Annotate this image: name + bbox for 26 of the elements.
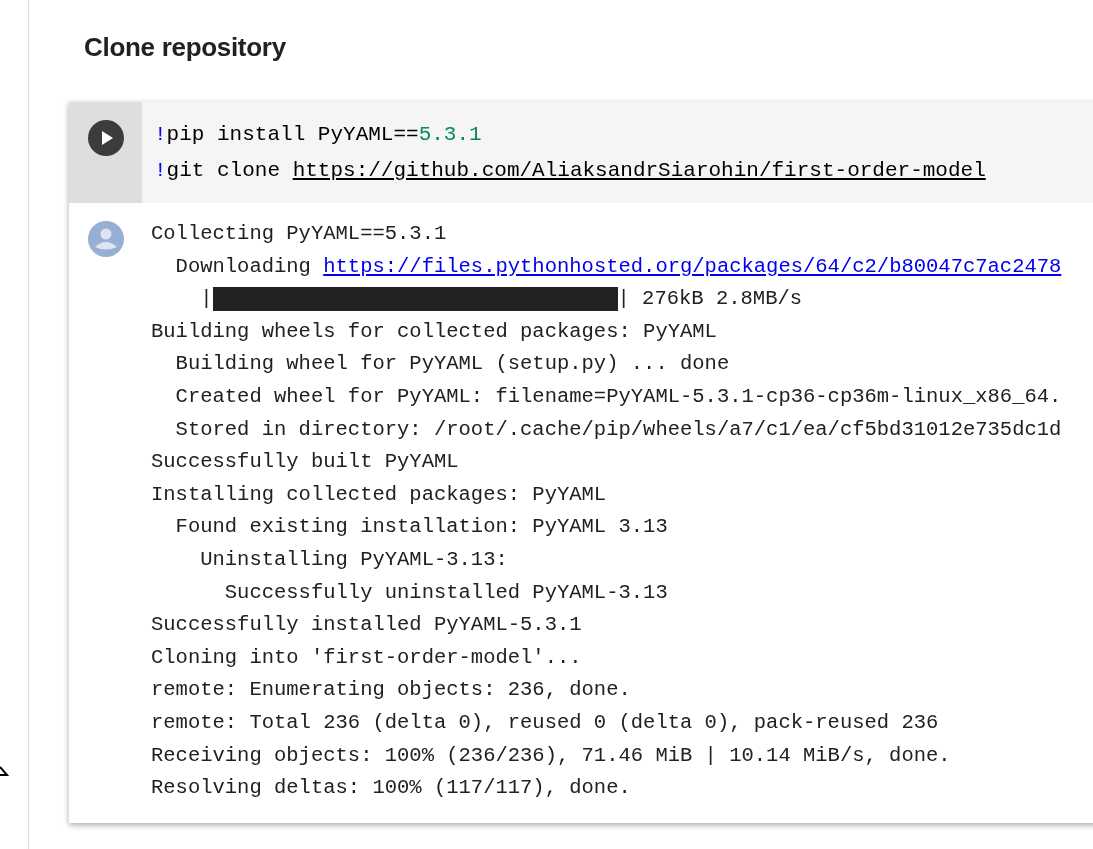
download-link[interactable]: https://files.pythonhosted.org/packages/64/c2/b80047c7ac2478 (323, 254, 1062, 278)
play-icon (100, 130, 114, 146)
output-line: Receiving objects: 100% (236/236), 71.46 MiB | 10.14 MiB/s, done. (151, 742, 952, 769)
progress-bar-edge: | (199, 286, 213, 313)
output-line: Collecting PyYAML==5.3.1 (151, 221, 448, 247)
output-line: Installing collected packages: PyYAML (151, 481, 608, 508)
output-line: Successfully built PyYAML (151, 449, 460, 476)
output-line: Found existing installation: PyYAML 3.13 (174, 514, 669, 541)
output-line: Building wheels for collected packages: PyYAML (151, 318, 718, 345)
output-line: remote: Enumerating objects: 236, done. (151, 677, 632, 704)
output-line: Stored in directory: /root/.cache/pip/wheels/a7/c1/ea/cf5bd31012e735dc1d (174, 416, 1062, 443)
code-line: !pip install PyYAML==5.3.1 (154, 122, 483, 148)
output-line: Successfully installed PyYAML-5.3.1 (151, 612, 583, 639)
output-line: Downloading https://files.pythonhosted.org/packages/64/c2/b80047c7ac2478 (174, 253, 1062, 280)
progress-reading: | 276kB 2.8MB/s (617, 286, 803, 313)
output-line: Resolving deltas: 100% (117/117), done. (151, 775, 632, 802)
output-line: Successfully uninstalled PyYAML-3.13 (223, 579, 669, 606)
code-line: !git clone https://github.com/AliaksandrSiarohin/first-order-model (154, 158, 986, 184)
output-line: remote: Total 236 (delta 0), reused 0 (delta 0), pack-reused 236 (151, 709, 940, 736)
output-line: Created wheel for PyYAML: filename=PyYAML-5.3.1-cp36-cp36m-linux_x86_64. (174, 383, 1062, 410)
output-line: Cloning into 'first-order-model'... (151, 644, 583, 671)
output-line: Building wheel for PyYAML (setup.py) ... done (174, 351, 731, 378)
output-line: Uninstalling PyYAML-3.13: (199, 546, 509, 573)
section-title: Clone repository (84, 32, 287, 63)
run-button[interactable] (87, 120, 124, 156)
avatar-icon (87, 221, 124, 257)
